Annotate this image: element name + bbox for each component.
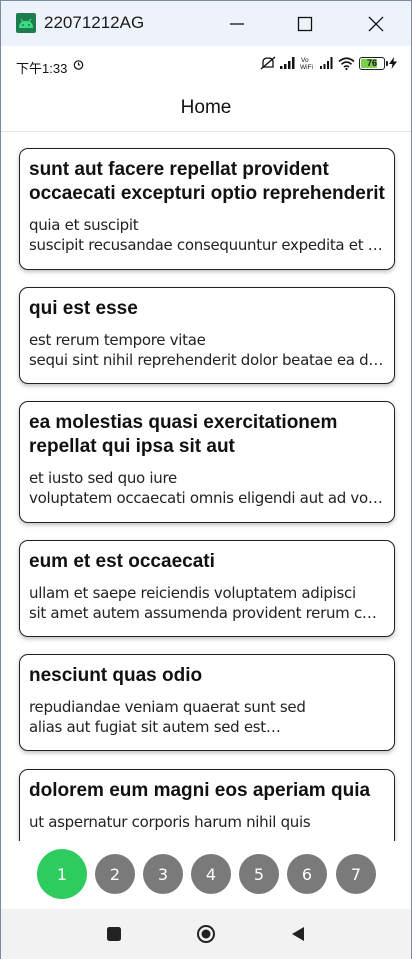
post-card[interactable]: qui est esse est rerum tempore vitae seq… xyxy=(19,287,395,384)
minimize-icon xyxy=(230,23,244,25)
post-title: sunt aut facere repellat provident occae… xyxy=(29,159,385,204)
page-button-6[interactable]: 6 xyxy=(287,854,327,894)
page-title: Home xyxy=(180,96,232,118)
post-body-line: repudiandae veniam quaerat sunt sed xyxy=(29,698,306,716)
post-body-line: alias aut fugiat sit autem sed est… xyxy=(29,718,281,736)
svg-text:WiFi: WiFi xyxy=(300,64,313,70)
post-body-line: ut aspernatur corporis harum nihil quis xyxy=(29,813,311,831)
post-list[interactable]: sunt aut facere repellat provident occae… xyxy=(1,133,411,841)
post-body: est rerum tempore vitae sequi sint nihil… xyxy=(29,330,385,370)
post-body: ullam et saepe reiciendis voluptatem adi… xyxy=(29,583,385,623)
status-icons: Vo WiFi 76 xyxy=(260,56,397,70)
minimize-button[interactable] xyxy=(214,1,260,47)
post-body: et iusto sed quo iure voluptatem occaeca… xyxy=(29,468,385,508)
back-button[interactable] xyxy=(283,919,313,949)
close-button[interactable] xyxy=(353,1,399,47)
vowifi-icon: Vo WiFi xyxy=(300,57,313,70)
page-button-4[interactable]: 4 xyxy=(191,854,231,894)
post-body-line: quia et suscipit xyxy=(29,216,139,234)
mute-icon xyxy=(260,56,276,70)
home-button[interactable] xyxy=(191,919,221,949)
device-screen: 下午1:33 Vo WiFi 76 Home sunt aut facere r… xyxy=(0,46,412,959)
battery-level: 76 xyxy=(366,58,377,68)
app-bar: Home xyxy=(1,84,411,132)
post-body-line: sequi sint nihil reprehenderit dolor bea… xyxy=(29,351,385,369)
post-card[interactable]: eum et est occaecati ullam et saepe reic… xyxy=(19,540,395,637)
maximize-button[interactable] xyxy=(282,1,328,47)
post-body-line: suscipit recusandae consequuntur expedit… xyxy=(29,236,385,254)
home-icon xyxy=(197,925,215,943)
svg-text:Vo: Vo xyxy=(301,57,309,64)
window-titlebar: 22071212AG xyxy=(0,0,412,46)
post-title: nesciunt quas odio xyxy=(29,665,203,686)
page-button-2[interactable]: 2 xyxy=(95,854,135,894)
post-body-line: est rerum tempore vitae xyxy=(29,331,206,349)
post-title: qui est esse xyxy=(29,298,138,319)
post-title: dolorem eum magni eos aperiam quia xyxy=(29,780,371,801)
signal-icon xyxy=(280,57,295,69)
post-body-line: sit amet autem assumenda provident rerum… xyxy=(29,604,385,622)
pagination: 1 2 3 4 5 6 7 xyxy=(1,841,411,909)
maximize-icon xyxy=(297,16,313,32)
navigation-bar xyxy=(1,909,411,959)
post-card[interactable]: sunt aut facere repellat provident occae… xyxy=(19,148,395,270)
page-button-1[interactable]: 1 xyxy=(37,849,87,899)
battery-icon: 76 xyxy=(359,56,388,70)
post-body-line: voluptatem occaecati omnis eligendi aut … xyxy=(29,489,385,507)
battery-cap xyxy=(386,60,388,66)
back-icon xyxy=(292,927,304,941)
post-card[interactable]: ea molestias quasi exercitationem repell… xyxy=(19,401,395,523)
status-bar: 下午1:33 Vo WiFi 76 xyxy=(1,46,411,84)
page-button-5[interactable]: 5 xyxy=(239,854,279,894)
recents-icon xyxy=(107,927,121,941)
window-title: 22071212AG xyxy=(44,13,145,32)
post-body-line: et iusto sed quo iure xyxy=(29,469,177,487)
signal-icon xyxy=(320,57,333,69)
close-icon xyxy=(368,16,384,32)
page-button-3[interactable]: 3 xyxy=(143,854,183,894)
post-card[interactable]: nesciunt quas odio repudiandae veniam qu… xyxy=(19,654,395,751)
wifi-icon xyxy=(338,56,355,70)
post-body: quia et suscipit suscipit recusandae con… xyxy=(29,215,385,255)
post-title: ea molestias quasi exercitationem repell… xyxy=(29,412,338,457)
status-time: 下午1:33 xyxy=(16,61,68,76)
recents-button[interactable] xyxy=(99,919,129,949)
bolt-icon xyxy=(389,57,397,69)
post-card[interactable]: dolorem eum magni eos aperiam quia ut as… xyxy=(19,769,395,841)
post-body: repudiandae veniam quaerat sunt sed alia… xyxy=(29,697,385,737)
post-title: eum et est occaecati xyxy=(29,551,215,572)
page-button-7[interactable]: 7 xyxy=(336,854,376,894)
post-body-line: ullam et saepe reiciendis voluptatem adi… xyxy=(29,584,356,602)
alarm-icon xyxy=(73,60,84,70)
android-icon xyxy=(16,13,36,33)
post-body: ut aspernatur corporis harum nihil quis xyxy=(29,812,385,832)
